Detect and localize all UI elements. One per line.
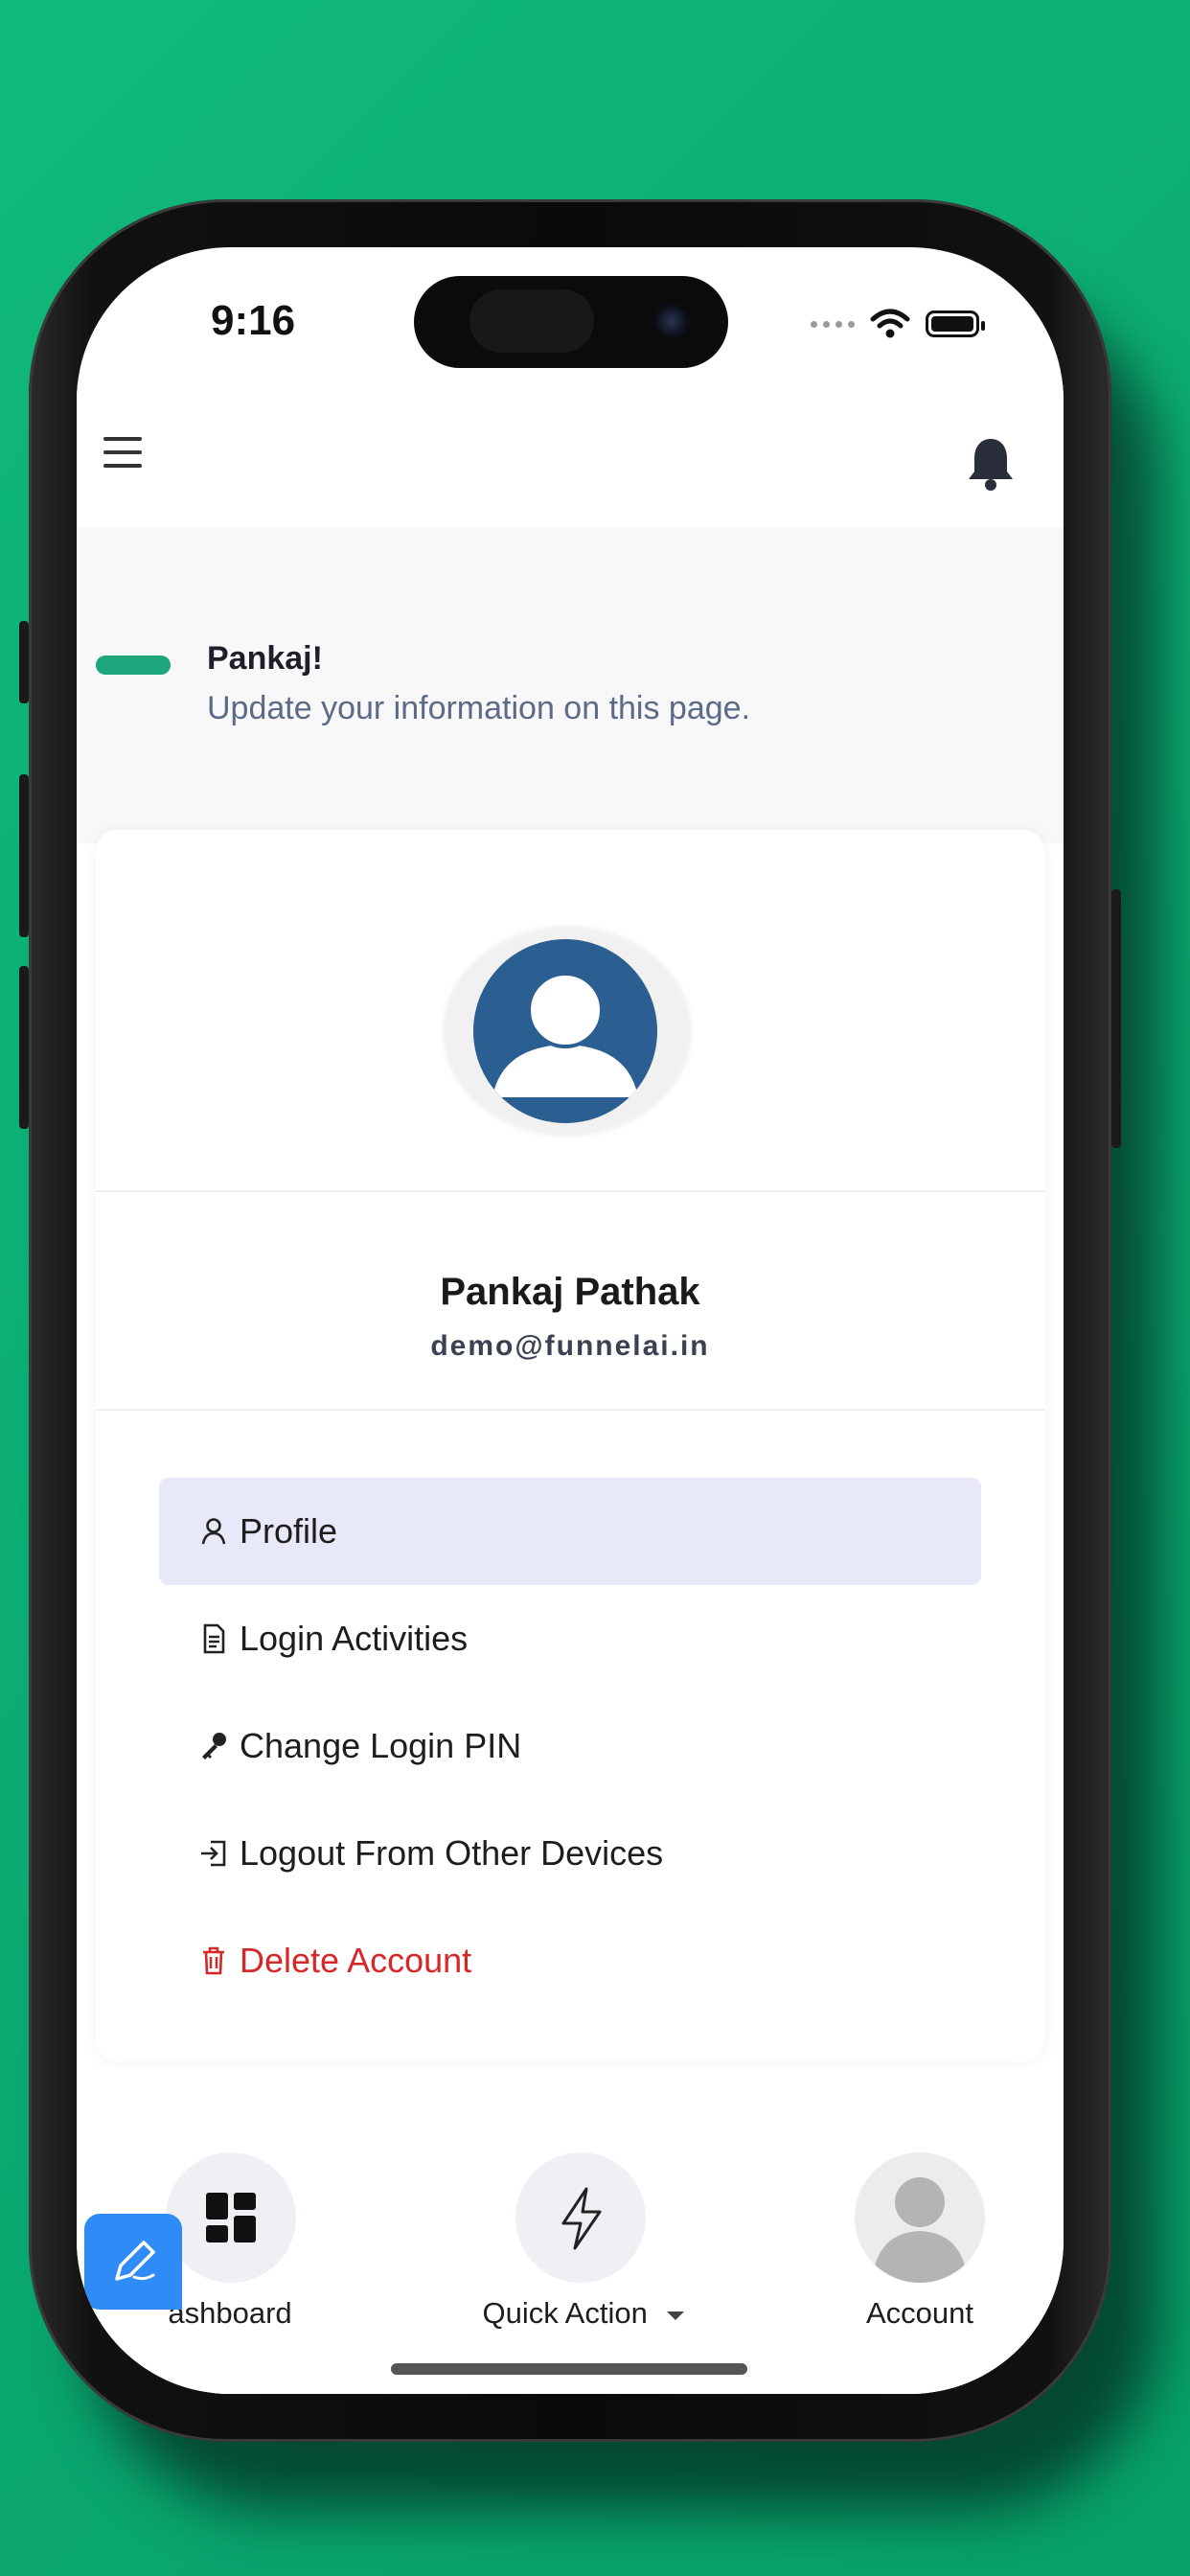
status-time: 9:16 — [211, 297, 296, 344]
nav-account-label[interactable]: Account — [824, 2296, 1016, 2331]
key-icon — [202, 1733, 226, 1760]
account-avatar-icon — [872, 2177, 968, 2283]
bell-icon[interactable] — [964, 435, 1018, 493]
menu-item-label: Profile — [240, 1511, 338, 1551]
front-camera — [653, 303, 690, 339]
menu-item-profile[interactable]: Profile — [159, 1478, 981, 1585]
logout-icon — [201, 1840, 226, 1867]
wifi-icon — [870, 309, 910, 338]
nav-account-button[interactable] — [855, 2152, 985, 2283]
menu-item-label: Login Activities — [240, 1619, 469, 1658]
battery-icon — [926, 310, 985, 337]
menu-item-login-activities[interactable]: Login Activities — [159, 1585, 981, 1692]
app-header — [77, 381, 1064, 527]
hamburger-icon[interactable] — [103, 437, 142, 468]
signal-dots-icon — [811, 320, 855, 328]
user-avatar-icon — [473, 939, 657, 1123]
menu-item-label: Delete Account — [240, 1941, 472, 1980]
user-icon — [201, 1518, 226, 1545]
pencil-icon — [115, 2241, 155, 2281]
document-icon — [203, 1623, 225, 1654]
menu-item-logout-other-devices[interactable]: Logout From Other Devices — [159, 1800, 981, 1907]
action-button — [19, 621, 29, 703]
profile-name: Pankaj Pathak — [440, 1271, 700, 1313]
nav-dashboard-button[interactable] — [166, 2152, 296, 2283]
caret-down-icon — [667, 2311, 685, 2320]
nav-quick-action-button[interactable] — [515, 2152, 646, 2283]
volume-down-button — [19, 966, 29, 1129]
profile-email: demo@funnelai.in — [430, 1330, 710, 1362]
accent-indicator — [96, 656, 171, 675]
menu-item-change-login-pin[interactable]: Change Login PIN — [159, 1692, 981, 1800]
quick-action-text: Quick Action — [482, 2296, 648, 2330]
nav-quick-action-label[interactable]: Quick Action — [441, 2296, 728, 2331]
profile-card: Pankaj Pathak demo@funnelai.in Profile L… — [96, 830, 1044, 2061]
status-icons — [811, 305, 985, 343]
power-button — [1111, 889, 1121, 1148]
edit-fab-button[interactable] — [84, 2214, 182, 2310]
greeting-subtitle: Update your information on this page. — [207, 690, 751, 726]
dashboard-grid-icon — [206, 2193, 256, 2242]
island-sensor — [469, 289, 594, 353]
menu-item-label: Change Login PIN — [240, 1726, 522, 1765]
trash-icon — [203, 1946, 224, 1975]
greeting-section: Pankaj! Update your information on this … — [77, 527, 1064, 843]
volume-up-button — [19, 774, 29, 937]
lightning-icon — [561, 2187, 602, 2250]
dynamic-island — [414, 276, 728, 368]
account-menu: Profile Login Activities Change Login PI… — [159, 1478, 981, 2014]
card-divider — [96, 1190, 1044, 1192]
menu-item-label: Logout From Other Devices — [240, 1833, 664, 1873]
avatar[interactable] — [443, 926, 692, 1137]
home-indicator — [391, 2363, 747, 2375]
card-divider — [96, 1409, 1044, 1411]
greeting-name: Pankaj! — [207, 640, 323, 677]
menu-item-delete-account[interactable]: Delete Account — [159, 1907, 981, 2014]
phone-screen: 9:16 Pankaj! Update your information on … — [77, 247, 1064, 2394]
bottom-nav: ashboard Quick Action Account — [77, 2068, 1064, 2394]
